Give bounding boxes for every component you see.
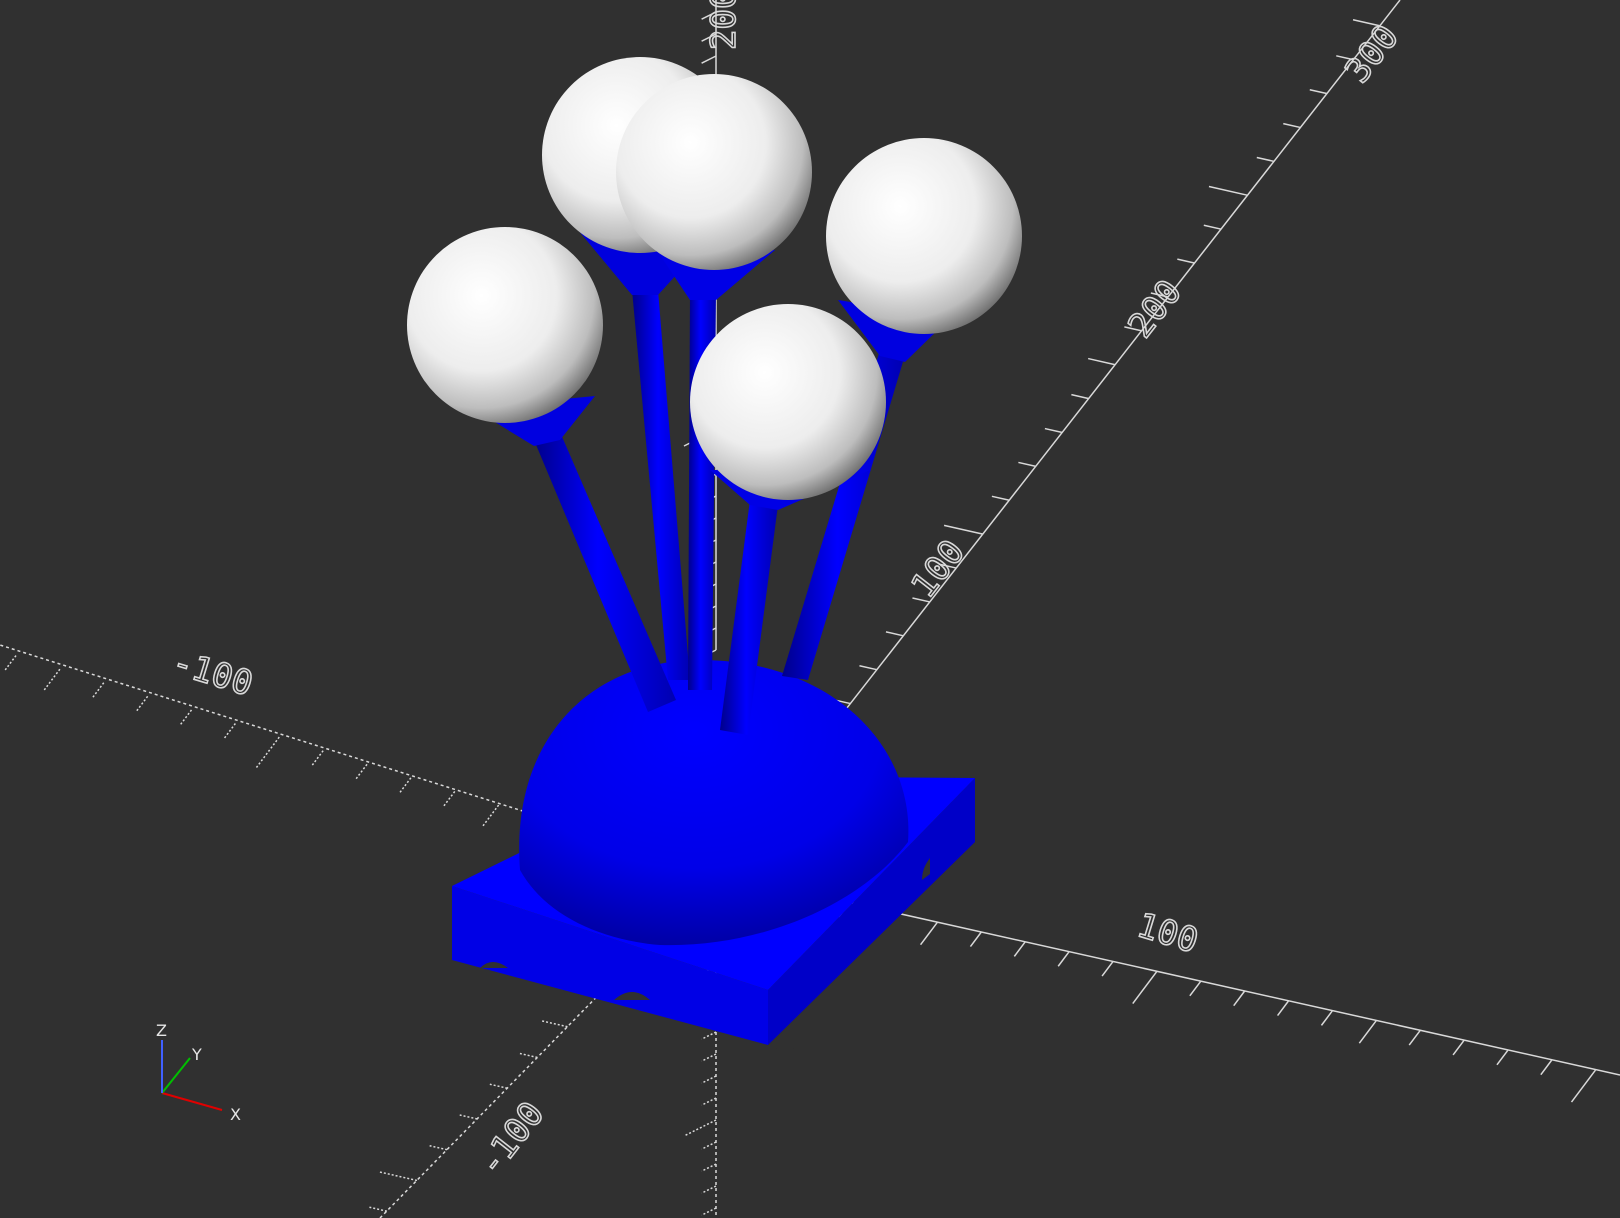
axis-tick bbox=[701, 1185, 717, 1194]
axis-tick bbox=[701, 55, 717, 64]
axis-tick bbox=[378, 1170, 418, 1182]
axis-tick bbox=[1276, 1000, 1289, 1016]
axis-tick bbox=[1177, 258, 1195, 264]
axis-tick bbox=[540, 1019, 568, 1028]
gizmo-z-label: Z bbox=[156, 1021, 167, 1040]
stem bbox=[472, 396, 676, 712]
y-tick-label-200: 200 bbox=[1121, 273, 1190, 346]
axis-tick bbox=[1189, 980, 1202, 997]
x-tick-label-100: 100 bbox=[1132, 905, 1202, 961]
axis-tick bbox=[1233, 990, 1246, 1007]
axis-tick bbox=[701, 1207, 717, 1216]
axis-tick bbox=[1408, 1030, 1421, 1046]
y-tick-label-neg100: -100 bbox=[471, 1094, 553, 1183]
y-tick-label-100: 100 bbox=[904, 533, 973, 606]
axis-tick bbox=[701, 1053, 717, 1062]
axis-tick bbox=[4, 655, 17, 671]
axis-tick bbox=[369, 1206, 388, 1212]
3d-viewport[interactable]: -100 100 100 200 300 -100 200 X Y Z bbox=[0, 0, 1620, 1218]
axis-tick bbox=[683, 1119, 717, 1137]
axis-tick bbox=[1283, 122, 1301, 129]
axis-tick bbox=[701, 1031, 717, 1040]
axis-tick bbox=[1087, 357, 1116, 366]
axis-tick bbox=[1013, 941, 1026, 957]
axis-tick bbox=[1452, 1040, 1465, 1056]
ball bbox=[826, 138, 1022, 334]
axis-tick bbox=[519, 1052, 538, 1059]
axis-tick bbox=[399, 777, 412, 793]
axis-tick bbox=[1101, 961, 1114, 977]
gizmo-y-label: Y bbox=[191, 1045, 202, 1064]
axis-tick bbox=[701, 1163, 717, 1172]
axis-tick bbox=[701, 1075, 717, 1084]
axis-tick bbox=[481, 804, 500, 828]
axis-tick bbox=[991, 495, 1010, 502]
axis-tick bbox=[92, 682, 105, 698]
ball bbox=[616, 74, 812, 270]
gizmo-x-label: X bbox=[230, 1105, 241, 1124]
axis-tick bbox=[443, 791, 456, 807]
axis-gizmo: X Y Z bbox=[156, 1021, 241, 1124]
axis-tick bbox=[1018, 461, 1037, 468]
axis-tick bbox=[223, 723, 236, 739]
axis-tick bbox=[1570, 1069, 1597, 1103]
y-tick-label-300: 300 bbox=[1338, 18, 1407, 91]
ball bbox=[407, 227, 603, 423]
axis-tick bbox=[42, 668, 61, 692]
axis-tick bbox=[254, 736, 280, 770]
axis-tick bbox=[1540, 1059, 1553, 1076]
axis-tick bbox=[429, 1145, 448, 1151]
gizmo-y-line bbox=[161, 1057, 191, 1094]
axis-tick bbox=[489, 1083, 508, 1089]
axis-tick bbox=[136, 695, 149, 712]
axis-tick bbox=[1203, 224, 1222, 230]
axis-tick bbox=[1256, 156, 1275, 163]
axis-tick bbox=[1057, 951, 1070, 967]
axis-tick bbox=[969, 931, 982, 947]
z-tick-label-200: 200 bbox=[704, 0, 744, 50]
axis-tick bbox=[1044, 427, 1063, 434]
axis-tick bbox=[1132, 971, 1158, 1004]
axis-tick bbox=[701, 1097, 717, 1106]
gizmo-x-line bbox=[161, 1092, 223, 1111]
axis-tick bbox=[1071, 393, 1089, 400]
axis-tick bbox=[701, 1141, 717, 1150]
axis-tick bbox=[859, 665, 878, 671]
axis-tick bbox=[943, 524, 984, 535]
axis-tick bbox=[919, 921, 938, 946]
axis-tick bbox=[1208, 185, 1248, 197]
axis-tick bbox=[311, 750, 324, 766]
axis-tick bbox=[1496, 1049, 1509, 1066]
axis-tick bbox=[459, 1114, 478, 1120]
axis-tick bbox=[1358, 1020, 1377, 1044]
axis-tick bbox=[180, 709, 193, 725]
axis-tick bbox=[1309, 88, 1328, 95]
axis-tick bbox=[885, 631, 904, 637]
ball bbox=[690, 304, 886, 500]
x-tick-label-neg100: -100 bbox=[167, 642, 257, 704]
axis-tick bbox=[355, 763, 368, 780]
axis-tick bbox=[1320, 1010, 1333, 1026]
